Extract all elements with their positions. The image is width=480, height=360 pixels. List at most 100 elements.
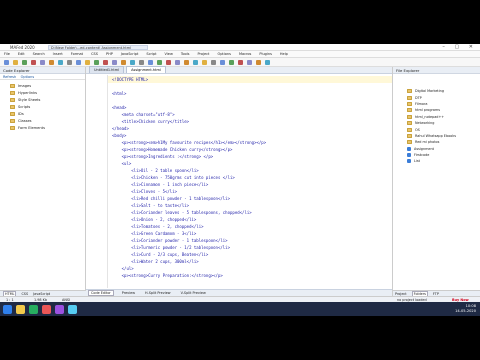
app-title: MAFed 2020 [10,45,35,50]
code-line: <li>Cinnamon - 1 inch piece</li> [112,182,209,187]
menu-item[interactable]: Options [217,52,231,56]
folder-icon[interactable] [16,304,25,314]
toolbar-button-icon[interactable] [229,59,234,65]
toolbar-button-icon[interactable] [40,59,45,65]
toolbar-button-icon[interactable] [166,59,171,65]
toolbar-button-icon[interactable] [157,59,162,65]
file-explorer-tree: Digital Marketing DTP Filmora html programs… [393,74,480,165]
taskbar: 10:08 14-05-2020 [0,302,480,316]
code-explorer-item-label: Style Sheets [18,97,41,102]
document-tabs: Untitled1.html Assignment.html [86,66,392,74]
code-explorer-item[interactable]: Images [10,82,75,89]
document-tab[interactable]: Assignment.html [126,66,166,73]
media-icon[interactable] [42,304,51,314]
menu-item[interactable]: Edit [18,52,25,56]
editor-view-tab[interactable]: V-Split Preview [179,291,208,295]
toolbar-button-icon[interactable] [112,59,117,65]
code-explorer-item[interactable]: Form Elements [10,124,75,131]
menu-item[interactable]: Insert [53,52,63,56]
code-editor[interactable]: <!DOCTYPE HTML> <html> <head> <meta charse… [86,75,392,288]
toolbar-button-icon[interactable] [148,59,153,65]
options-button[interactable]: Options [21,75,35,79]
toolbar-button-icon[interactable] [184,59,189,65]
toolbar-button-icon[interactable] [103,59,108,65]
code-explorer-item[interactable]: Classes [10,117,75,124]
menu-item[interactable]: Tools [181,52,190,56]
code-line: </ul> [112,266,134,271]
toolbar-button-icon[interactable] [49,59,54,65]
menu-item[interactable]: PHP [106,52,113,56]
editor-view-tab[interactable]: Preview [120,291,137,295]
right-tab-project[interactable]: Project [395,292,407,296]
left-tab-css[interactable]: CSS [21,292,28,296]
toolbar-button-icon[interactable] [175,59,180,65]
code-line: <p><strong><em>h1My favourite recipes</h… [112,140,267,145]
toolbar-button-icon[interactable] [31,59,36,65]
toolbar-button-icon[interactable] [211,59,216,65]
folder-icon [10,125,15,130]
toolbar-button-icon[interactable] [139,59,144,65]
file-explorer-item[interactable]: List [407,158,476,164]
toolbar-button-icon[interactable] [94,59,99,65]
left-tab-javascript[interactable]: JavaScript [33,292,50,296]
toolbar-button-icon[interactable] [22,59,27,65]
app-icon[interactable] [55,304,64,314]
browser-icon[interactable] [29,304,38,314]
menu-item[interactable]: Search [33,52,45,56]
toolbar-button-icon[interactable] [130,59,135,65]
menu-item[interactable]: JavaScript [121,52,139,56]
code-line: <li>Oil - 2 table spoon</li> [112,168,199,173]
refresh-button[interactable]: Refresh [3,75,16,79]
window-tab[interactable]: D:\New Folder\...ed-content\ Assignment.… [48,45,148,50]
code-explorer-item[interactable]: IDs [10,110,75,117]
start-icon[interactable] [3,304,12,314]
toolbar-button-icon[interactable] [4,59,9,65]
menu-item[interactable]: Plugins [259,52,272,56]
menu-bar: File Edit Search Insert Format CSS PHP JavaScri… [0,51,480,58]
code-explorer-tree: Images Hyperlinks Style Sheets Scripts IDs Cl… [0,80,85,133]
code-line: <li>Coriander powder - 1 tablespoon</li> [112,238,228,243]
code-explorer-item[interactable]: Style Sheets [10,96,75,103]
code-explorer-title: Code Explorer [0,67,85,74]
editor-icon[interactable] [68,304,77,314]
code-line: <li>Salt - to taste</li> [112,203,190,208]
toolbar-button-icon[interactable] [67,59,72,65]
window-controls[interactable]: – ▢ ✕ [442,44,477,50]
toolbar-button-icon[interactable] [13,59,18,65]
menu-item[interactable]: Format [71,52,83,56]
folder-icon [407,121,412,126]
toolbar-button-icon[interactable] [220,59,225,65]
code-explorer-item-label: Scripts [18,104,31,109]
menu-item[interactable]: Help [280,52,288,56]
menu-item[interactable]: File [4,52,10,56]
taskbar-clock[interactable]: 10:08 14-05-2020 [455,304,476,314]
toolbar-button-icon[interactable] [202,59,207,65]
file-explorer-title: File Explorer [393,67,480,74]
toolbar-button-icon[interactable] [247,59,252,65]
document-tab[interactable]: Untitled1.html [89,66,125,73]
right-tab-ftp[interactable]: FTP [433,292,439,296]
menu-item[interactable]: CSS [91,52,98,56]
code-line: <!DOCTYPE HTML> [108,76,392,83]
menu-item[interactable]: Project [197,52,209,56]
toolbar-button-icon[interactable] [238,59,243,65]
code-explorer-item[interactable]: Hyperlinks [10,89,75,96]
file-explorer-item-label: Networking [415,121,435,126]
file-explorer-item-label: Red mi photos [415,140,440,145]
folder-icon [10,83,15,88]
toolbar-button-icon[interactable] [76,59,81,65]
menu-item[interactable]: Macros [239,52,251,56]
menu-item[interactable]: View [165,52,173,56]
toolbar-button-icon[interactable] [121,59,126,65]
code-line: <li>Tomatoes - 2, chopped</li> [112,224,204,229]
menu-item[interactable]: Script [146,52,156,56]
toolbar-button-icon[interactable] [256,59,261,65]
folder-icon [10,90,15,95]
code-line: <html> [112,91,127,96]
toolbar-button-icon[interactable] [85,59,90,65]
toolbar-button-icon[interactable] [58,59,63,65]
editor-view-tab[interactable]: H-Split Preview [143,291,173,295]
toolbar-button-icon[interactable] [265,59,270,65]
code-explorer-item[interactable]: Scripts [10,103,75,110]
toolbar-button-icon[interactable] [193,59,198,65]
